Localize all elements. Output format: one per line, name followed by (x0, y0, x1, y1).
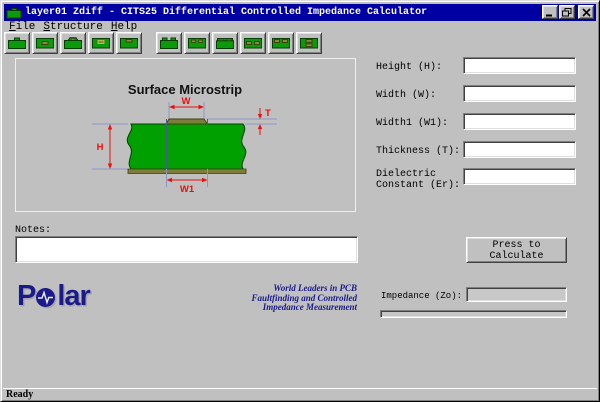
dim-label-t: T (265, 108, 271, 119)
broadside-coupled-stripline-icon (299, 36, 319, 50)
coated-microstrip-icon (63, 36, 83, 50)
diff-coated-microstrip-icon (215, 36, 235, 50)
surface-microstrip-icon (7, 36, 27, 50)
height-input[interactable] (463, 57, 576, 74)
toolbar-button-diff-embedded-microstrip[interactable] (268, 32, 294, 54)
height-label: Height (H): (376, 62, 442, 73)
width-label: Width (W): (376, 90, 436, 101)
close-button[interactable] (578, 5, 594, 19)
status-text: Ready (6, 389, 33, 400)
toolbar (4, 32, 324, 56)
app-icon (6, 7, 22, 19)
restore-icon (562, 8, 572, 17)
status-bar: Ready (3, 388, 597, 400)
progress-bar (380, 310, 567, 318)
notes-input[interactable] (15, 236, 358, 263)
toolbar-button-diff-embedded-shallow[interactable] (184, 32, 210, 54)
embedded-microstrip-icon (91, 36, 111, 50)
substrate-shape (127, 124, 246, 169)
calculate-button[interactable]: Press to Calculate (466, 237, 567, 263)
dielectric-constant-label: Dielectric Constant (Er): (376, 169, 460, 191)
toolbar-button-embedded-microstrip[interactable] (88, 32, 114, 54)
window-controls (541, 5, 594, 19)
diagram-title: Surface Microstrip (128, 82, 242, 97)
dim-label-w: W (182, 96, 191, 107)
width-input[interactable] (463, 85, 576, 102)
dielectric-constant-input[interactable] (463, 168, 576, 185)
ground-plane-shape (128, 169, 246, 174)
thickness-input[interactable] (463, 141, 576, 158)
brand-tagline: World Leaders in PCB Faultfinding and Co… (219, 284, 357, 313)
stripline-icon (35, 36, 55, 50)
close-icon (582, 8, 591, 17)
toolbar-button-coated-microstrip[interactable] (60, 32, 86, 54)
thickness-label: Thickness (T): (376, 146, 460, 157)
polar-logo: P lar (17, 280, 90, 310)
toolbar-button-embedded-microstrip-shallow[interactable] (116, 32, 142, 54)
impedance-label: Impedance (Zo): (381, 291, 462, 301)
window-title: layer01 Zdiff - CITS25 Differential Cont… (25, 4, 427, 21)
dim-label-w1: W1 (180, 184, 195, 195)
structure-diagram-panel: Surface Microstrip (15, 58, 356, 212)
toolbar-button-diff-coated-microstrip[interactable] (212, 32, 238, 54)
embedded-microstrip-shallow-icon (119, 36, 139, 50)
toolbar-button-stripline[interactable] (32, 32, 58, 54)
toolbar-button-surface-microstrip[interactable] (4, 32, 30, 54)
surface-microstrip-diagram: Surface Microstrip (16, 59, 355, 211)
width1-label: Width1 (W1): (376, 118, 448, 129)
toolbar-button-broadside-coupled-stripline[interactable] (296, 32, 322, 54)
toolbar-button-diff-surface-microstrip[interactable] (156, 32, 182, 54)
impedance-result-field (466, 287, 567, 302)
toolbar-button-diff-stripline[interactable] (240, 32, 266, 54)
notes-label: Notes: (15, 225, 51, 236)
toolbar-separator (144, 32, 156, 54)
restore-button[interactable] (559, 5, 575, 19)
diff-embedded-microstrip-icon (271, 36, 291, 50)
dim-label-h: H (97, 142, 104, 153)
minimize-button[interactable] (542, 5, 558, 19)
diff-stripline-icon (243, 36, 263, 50)
minimize-icon (545, 8, 555, 17)
width1-input[interactable] (463, 113, 576, 130)
trace-shape (166, 119, 208, 124)
diff-embedded-shallow-icon (187, 36, 207, 50)
polar-logo-o-pulse-icon (35, 287, 57, 309)
app-window: layer01 Zdiff - CITS25 Differential Cont… (0, 0, 600, 402)
title-bar[interactable]: layer01 Zdiff - CITS25 Differential Cont… (4, 4, 596, 21)
diff-surface-microstrip-icon (159, 36, 179, 50)
